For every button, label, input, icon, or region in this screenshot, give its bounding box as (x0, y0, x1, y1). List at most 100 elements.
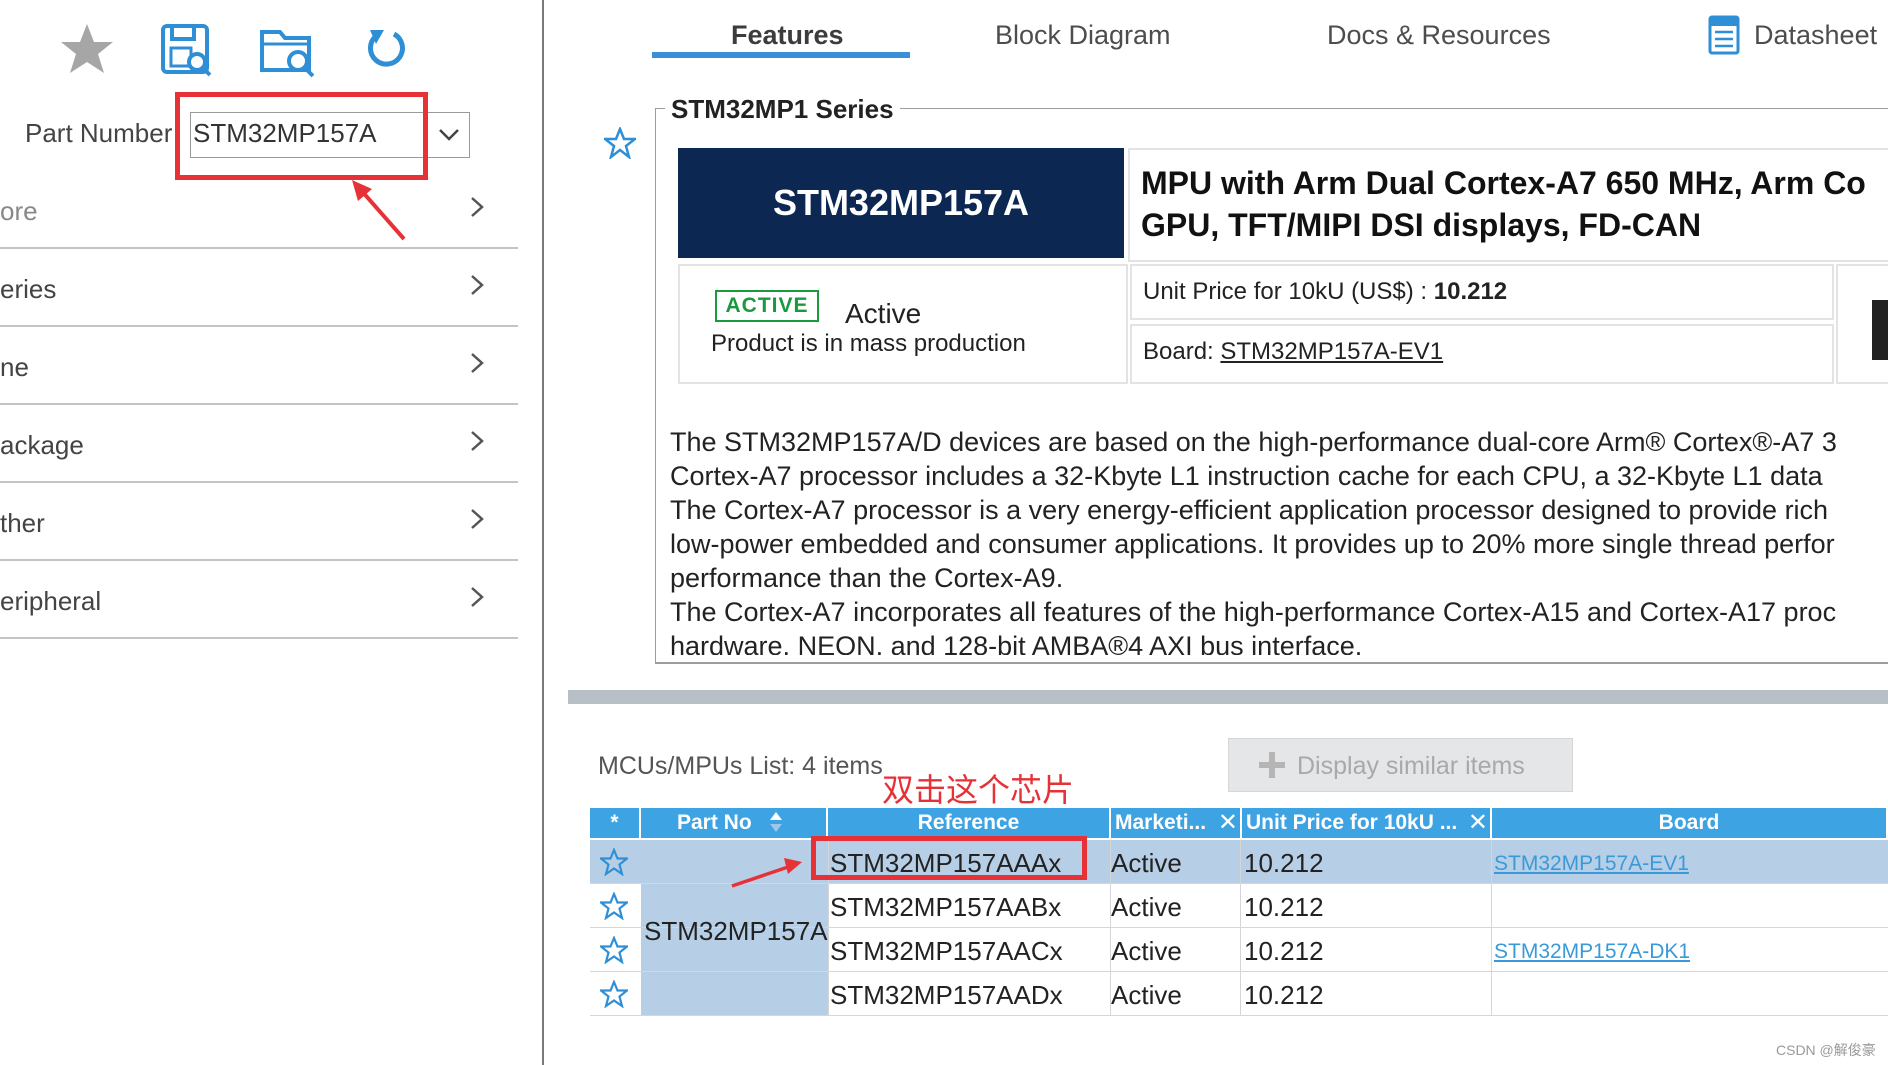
part-number-highlight-box (175, 92, 428, 180)
part-number-label: Part Number (25, 118, 173, 148)
col-header-unit-price[interactable]: Unit Price for 10kU ... ✕ (1242, 808, 1492, 838)
filter-row-core[interactable]: ore (0, 170, 518, 249)
active-tab-indicator (652, 52, 910, 58)
cell-marketing: Active (1111, 892, 1182, 922)
tab-features[interactable]: Features (731, 20, 844, 51)
package-image-card (1836, 264, 1888, 384)
price-info: Unit Price for 10kU (US$) : 10.212 (1143, 278, 1507, 306)
favorite-star-icon[interactable] (600, 980, 628, 1008)
board-info: Board: STM32MP157A-EV1 (1143, 338, 1443, 366)
horizontal-splitter[interactable] (568, 690, 1888, 704)
filter-row-line[interactable]: ne (0, 326, 518, 405)
tab-datasheet[interactable]: Datasheet (1754, 20, 1877, 51)
refresh-icon[interactable] (358, 20, 416, 78)
col-header-favorite[interactable]: * (590, 808, 641, 838)
annotation-text: 双击这个芯片 (882, 772, 1075, 808)
paragraph-line: The Cortex-A7 processor is a very energy… (670, 495, 1829, 525)
status-badge: ACTIVE (715, 290, 819, 322)
paragraph-line: The Cortex-A7 incorporates all features … (670, 597, 1837, 627)
paragraph-line: hardware, NEON, and 128-bit AMBA®4 AXI b… (670, 631, 1363, 655)
cell-marketing: Active (1111, 980, 1182, 1010)
price-value: 10.212 (1433, 278, 1508, 305)
cell-board-link[interactable]: STM32MP157A-DK1 (1494, 940, 1690, 964)
board-label: Board: (1143, 338, 1214, 365)
paragraph-line: The STM32MP157A/D devices are based on t… (670, 427, 1837, 457)
series-title: STM32MP1 Series (665, 94, 900, 125)
filter-label: ore (0, 196, 38, 226)
favorite-star-icon[interactable] (600, 936, 628, 964)
price-label: Unit Price for 10kU (US$) : (1143, 278, 1428, 305)
chevron-right-icon (471, 197, 484, 217)
chevron-right-icon (471, 587, 484, 607)
cell-price: 10.212 (1244, 936, 1324, 966)
close-column-icon[interactable]: ✕ (1218, 808, 1238, 838)
col-header-marketing[interactable]: Marketi... ✕ (1111, 808, 1242, 838)
column-divider (1110, 840, 1111, 1016)
col-header-board[interactable]: Board (1492, 808, 1888, 838)
device-description-line: GPU, TFT/MIPI DSI displays, FD-CAN (1141, 207, 1702, 243)
watermark: CSDN @解俊豪 (1776, 1042, 1876, 1058)
col-header-part-no[interactable]: Part No (641, 808, 828, 838)
status-subtext: Product is in mass production (711, 330, 1026, 357)
cell-price: 10.212 (1244, 980, 1324, 1010)
filter-label: eries (0, 274, 57, 304)
sort-icon (770, 812, 782, 832)
left-panel: Part Number STM32MP157A ore eries ne ack… (0, 0, 545, 1065)
cell-reference[interactable]: STM32MP157AADx (830, 980, 1063, 1011)
star-icon[interactable] (58, 20, 116, 78)
table-row[interactable]: STM32MP157AADx Active 10.212 (590, 972, 1888, 1016)
cell-reference[interactable]: STM32MP157AACx (830, 936, 1063, 967)
open-search-icon[interactable] (258, 20, 316, 78)
tab-docs-resources[interactable]: Docs & Resources (1327, 20, 1551, 51)
part-number-dropdown[interactable] (427, 112, 470, 156)
chevron-right-icon (471, 353, 484, 373)
col-header-label: Part No (677, 811, 752, 834)
filter-label: ne (0, 352, 29, 382)
cell-price: 10.212 (1244, 892, 1324, 922)
datasheet-icon[interactable] (1707, 14, 1741, 56)
cell-part-no[interactable]: STM32MP157A (644, 916, 828, 947)
part-name-banner: STM32MP157A (678, 148, 1124, 258)
filter-row-other[interactable]: ther (0, 482, 518, 561)
reference-highlight-box (811, 836, 1087, 880)
filter-label: ther (0, 508, 45, 538)
cell-marketing: Active (1111, 848, 1182, 878)
chip-package-icon (1872, 300, 1888, 360)
filter-row-peripheral[interactable]: eripheral (0, 560, 518, 639)
device-description-line: MPU with Arm Dual Cortex-A7 650 MHz, Arm… (1141, 165, 1866, 201)
favorite-star-icon[interactable] (600, 892, 628, 920)
close-column-icon[interactable]: ✕ (1468, 808, 1488, 838)
column-divider (1240, 840, 1241, 1016)
cell-board-link[interactable]: STM32MP157A-EV1 (1494, 852, 1689, 876)
filter-label: eripheral (0, 586, 102, 616)
status-text: Active (845, 298, 922, 329)
column-divider (1491, 840, 1492, 1016)
chevron-down-icon (439, 129, 459, 141)
col-header-reference[interactable]: Reference (828, 808, 1111, 838)
board-link[interactable]: STM32MP157A-EV1 (1220, 338, 1443, 365)
cell-reference[interactable]: STM32MP157AABx (830, 892, 1061, 923)
display-similar-label[interactable]: Display similar items (1297, 752, 1525, 781)
favorite-star-icon[interactable] (604, 127, 636, 159)
paragraph-line: Cortex-A7 processor includes a 32-Kbyte … (670, 461, 1823, 491)
device-description-paragraph: The STM32MP157A/D devices are based on t… (670, 425, 1888, 655)
paragraph-line: performance than the Cortex-A9. (670, 563, 1064, 593)
filter-row-package[interactable]: ackage (0, 404, 518, 483)
cell-marketing: Active (1111, 936, 1182, 966)
paragraph-line: low-power embedded and consumer applicat… (670, 529, 1835, 559)
filter-row-series[interactable]: eries (0, 248, 518, 327)
vertical-splitter[interactable] (542, 0, 544, 1065)
tab-block-diagram[interactable]: Block Diagram (995, 20, 1171, 51)
annotation-arrow-icon (731, 858, 802, 888)
plus-icon (1259, 752, 1285, 778)
chevron-right-icon (471, 509, 484, 529)
cell-price: 10.212 (1244, 848, 1324, 878)
filter-label: ackage (0, 430, 84, 460)
list-title: MCUs/MPUs List: 4 items (598, 752, 883, 780)
col-header-label: Marketi... (1115, 811, 1207, 834)
chevron-right-icon (471, 275, 484, 295)
save-search-icon[interactable] (157, 20, 215, 78)
favorite-star-icon[interactable] (600, 848, 628, 876)
col-header-label: Unit Price for 10kU ... (1246, 811, 1458, 834)
chevron-right-icon (471, 431, 484, 451)
